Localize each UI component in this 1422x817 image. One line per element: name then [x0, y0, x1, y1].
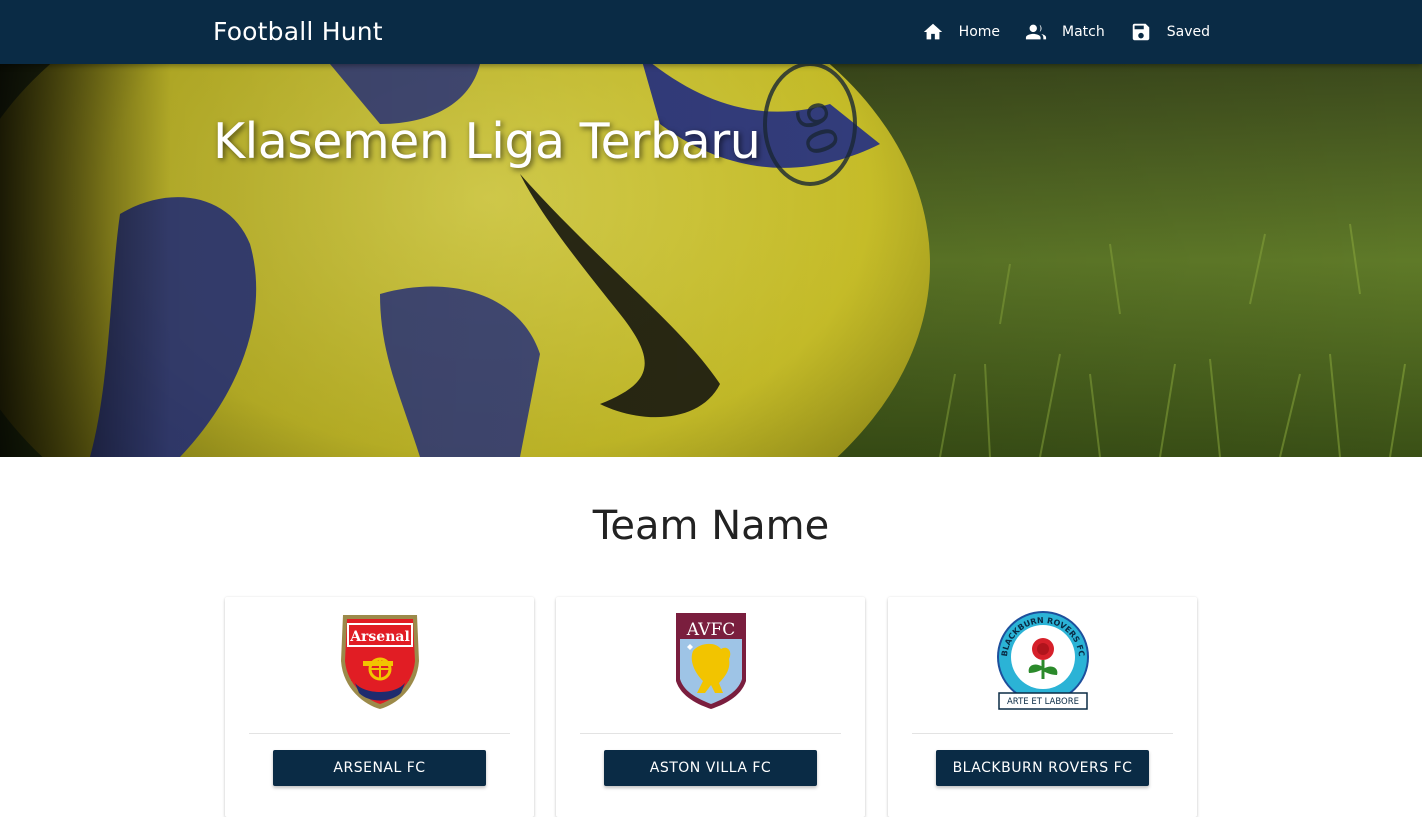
aston-villa-crest-container: AVFC [556, 611, 865, 711]
team-button-aston-villa[interactable]: ASTON VILLA FC [604, 750, 817, 786]
card-divider [249, 733, 510, 734]
nav-match-label: Match [1062, 24, 1105, 40]
section-title: Team Name [592, 503, 830, 549]
team-card-aston-villa: AVFC ASTON VILLA FC [556, 597, 865, 817]
aston-villa-crest-text: AVFC [685, 620, 735, 640]
team-button-arsenal[interactable]: ARSENAL FC [273, 750, 486, 786]
nav-home-label: Home [958, 24, 1001, 40]
hero-title: Klasemen Liga Terbaru [213, 113, 761, 170]
nav-links: Home Match Saved [897, 0, 1210, 64]
team-card-grid: Arsenal ARSENAL FC AVFC ASTON VILLA FC B… [225, 597, 1197, 817]
arsenal-crest: Arsenal [340, 615, 419, 709]
arsenal-crest-container: Arsenal [225, 611, 534, 711]
card-divider [912, 733, 1173, 734]
nav-match[interactable]: Match [1024, 20, 1105, 44]
blackburn-crest-year-a: 18 [1033, 678, 1041, 685]
card-divider [580, 733, 841, 734]
top-navbar: Football Hunt Home Match Saved [0, 0, 1422, 64]
people-icon [1024, 20, 1048, 44]
nav-saved-label: Saved [1166, 24, 1210, 40]
blackburn-crest-motto: ARTE ET LABORE [1006, 697, 1078, 707]
blackburn-rovers-crest: BLACKBURN ROVERS FC 18 75 ARTE ET LABORE [996, 611, 1089, 710]
team-card-blackburn-rovers: BLACKBURN ROVERS FC 18 75 ARTE ET LABORE… [888, 597, 1197, 817]
blackburn-crest-year-b: 75 [1047, 678, 1055, 685]
team-button-blackburn-rovers[interactable]: BLACKBURN ROVERS FC [936, 750, 1149, 786]
save-icon [1129, 20, 1153, 44]
hero-banner: 90 Klasemen Liga Terbaru [0, 64, 1422, 457]
team-card-arsenal: Arsenal ARSENAL FC [225, 597, 534, 817]
arsenal-crest-text: Arsenal [349, 629, 410, 645]
nav-home[interactable]: Home [921, 20, 1000, 44]
nav-saved[interactable]: Saved [1129, 20, 1210, 44]
brand-logo[interactable]: Football Hunt [213, 17, 383, 47]
aston-villa-crest: AVFC [675, 613, 746, 709]
home-icon [921, 20, 945, 44]
blackburn-crest-container: BLACKBURN ROVERS FC 18 75 ARTE ET LABORE [888, 611, 1197, 711]
